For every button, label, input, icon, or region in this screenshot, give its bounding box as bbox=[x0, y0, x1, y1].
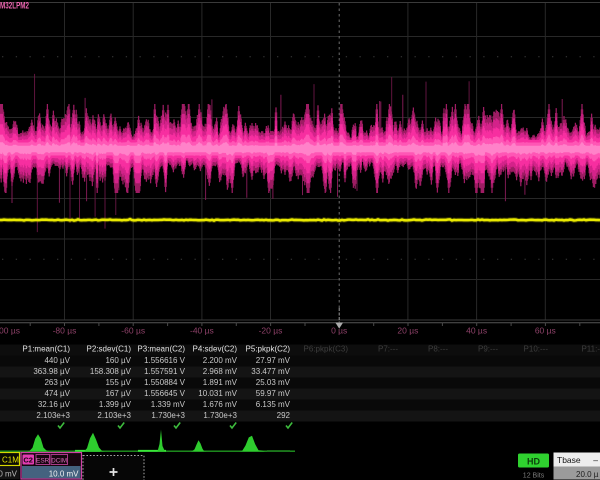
svg-text:25.03 mV: 25.03 mV bbox=[256, 378, 291, 387]
svg-text:DCIM: DCIM bbox=[51, 457, 67, 464]
svg-text:2.103e+3: 2.103e+3 bbox=[97, 411, 131, 420]
svg-text:1.730e+3: 1.730e+3 bbox=[151, 411, 185, 420]
svg-text:-60 µs: -60 µs bbox=[121, 326, 145, 336]
svg-text:P1:mean(C1): P1:mean(C1) bbox=[22, 345, 70, 354]
svg-text:1.399 µV: 1.399 µV bbox=[99, 400, 132, 409]
svg-text:P7:---: P7:--- bbox=[378, 345, 398, 354]
svg-text:10.0 mV: 10.0 mV bbox=[49, 469, 79, 478]
svg-text:363.98 µV: 363.98 µV bbox=[33, 367, 70, 376]
svg-text:-20 µs: -20 µs bbox=[259, 326, 283, 336]
svg-text:263 µV: 263 µV bbox=[44, 378, 70, 387]
svg-text:1.891 mV: 1.891 mV bbox=[203, 378, 238, 387]
svg-text:C1M: C1M bbox=[2, 456, 19, 465]
svg-text:1.676 mV: 1.676 mV bbox=[203, 400, 238, 409]
svg-text:–: – bbox=[593, 455, 598, 465]
svg-text:474 µV: 474 µV bbox=[44, 389, 70, 398]
svg-text:2.200 mV: 2.200 mV bbox=[203, 356, 238, 365]
svg-text:-40 µs: -40 µs bbox=[190, 326, 214, 336]
svg-text:M32LPM2: M32LPM2 bbox=[0, 1, 29, 12]
svg-text:292: 292 bbox=[277, 411, 291, 420]
svg-text:P6:pkpk(C3): P6:pkpk(C3) bbox=[304, 345, 349, 354]
svg-text:2.968 mV: 2.968 mV bbox=[203, 367, 238, 376]
svg-text:P5:pkpk(C2): P5:pkpk(C2) bbox=[246, 345, 291, 354]
svg-text:20 µs: 20 µs bbox=[397, 326, 418, 336]
svg-text:32.16 µV: 32.16 µV bbox=[38, 400, 71, 409]
svg-text:1.339 mV: 1.339 mV bbox=[151, 400, 186, 409]
svg-text:12 Bits: 12 Bits bbox=[523, 473, 545, 480]
svg-text:33.477 mV: 33.477 mV bbox=[251, 367, 290, 376]
svg-text:1.556645 V: 1.556645 V bbox=[144, 389, 186, 398]
svg-text:00 µs: 00 µs bbox=[0, 326, 20, 336]
svg-text:440 µV: 440 µV bbox=[44, 356, 70, 365]
svg-text:40 µs: 40 µs bbox=[466, 326, 487, 336]
svg-text:0 mV: 0 mV bbox=[0, 470, 18, 479]
svg-text:10.031 mV: 10.031 mV bbox=[198, 389, 237, 398]
svg-text:P3:mean(C2): P3:mean(C2) bbox=[137, 345, 185, 354]
svg-text:167 µV: 167 µV bbox=[105, 389, 131, 398]
svg-text:160 µV: 160 µV bbox=[105, 356, 131, 365]
svg-text:1.556616 V: 1.556616 V bbox=[144, 356, 186, 365]
svg-text:C2: C2 bbox=[23, 456, 33, 465]
svg-text:P11:-: P11:- bbox=[581, 345, 600, 354]
svg-text:59.97 mV: 59.97 mV bbox=[256, 389, 291, 398]
svg-text:6.135 mV: 6.135 mV bbox=[256, 400, 291, 409]
svg-text:Tbase: Tbase bbox=[557, 455, 581, 465]
svg-text:158.308 µV: 158.308 µV bbox=[90, 367, 132, 376]
svg-text:P2:sdev(C1): P2:sdev(C1) bbox=[87, 345, 132, 354]
svg-text:-80 µs: -80 µs bbox=[53, 326, 77, 336]
svg-text:ESR: ESR bbox=[36, 457, 50, 464]
svg-text:P8:---: P8:--- bbox=[428, 345, 448, 354]
svg-text:1.730e+3: 1.730e+3 bbox=[203, 411, 237, 420]
svg-text:1.550884 V: 1.550884 V bbox=[144, 378, 186, 387]
svg-text:27.97 mV: 27.97 mV bbox=[256, 356, 291, 365]
svg-text:2.103e+3: 2.103e+3 bbox=[36, 411, 70, 420]
svg-text:P4:sdev(C2): P4:sdev(C2) bbox=[193, 345, 238, 354]
svg-text:20.0 µ: 20.0 µ bbox=[576, 470, 599, 479]
svg-text:P10:---: P10:--- bbox=[524, 345, 549, 354]
svg-text:1.557591 V: 1.557591 V bbox=[144, 367, 186, 376]
svg-text:155 µV: 155 µV bbox=[105, 378, 131, 387]
svg-text:60 µs: 60 µs bbox=[535, 326, 556, 336]
svg-text:HD: HD bbox=[527, 456, 540, 466]
svg-text:P9:---: P9:--- bbox=[478, 345, 498, 354]
